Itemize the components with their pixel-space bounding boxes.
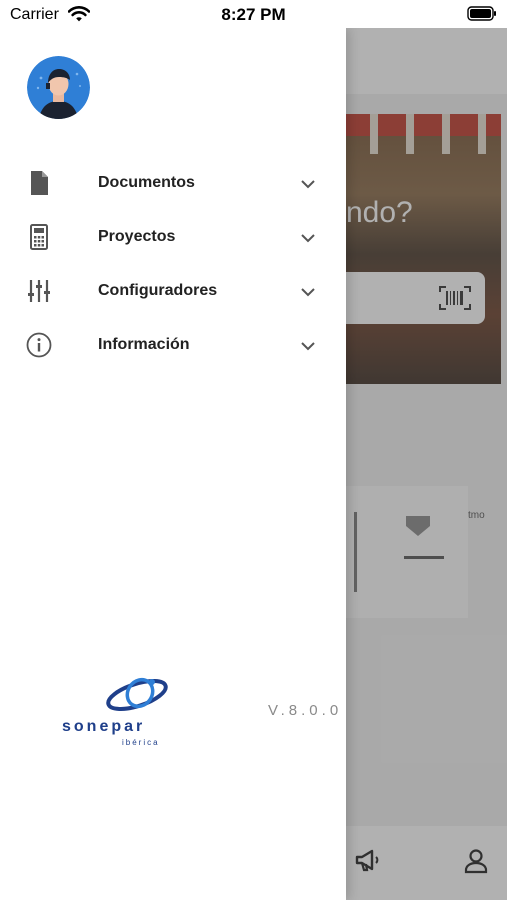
logo-wordmark: sonepar	[62, 718, 146, 735]
menu-label-proyectos: Proyectos	[98, 228, 176, 245]
app-version: V.8.0.0	[268, 702, 343, 719]
menu-label-configuradores: Configuradores	[98, 282, 218, 299]
status-bar: Carrier 8:27 PM	[0, 0, 507, 28]
logo-subtitle: ibérica	[122, 738, 160, 747]
menu-item-documentos[interactable]: Documentos	[0, 156, 346, 210]
document-icon	[31, 171, 48, 195]
chevron-down-icon[interactable]	[299, 283, 317, 301]
chevron-down-icon[interactable]	[299, 337, 317, 355]
menu-label-informacion: Información	[98, 336, 190, 353]
menu-label-documentos: Documentos	[98, 174, 195, 191]
info-icon	[26, 332, 52, 358]
drawer-menu: Documentos Proyectos Configuradores Info…	[0, 156, 346, 372]
user-avatar[interactable]	[27, 56, 90, 119]
menu-item-configuradores[interactable]: Configuradores	[0, 264, 346, 318]
sliders-icon	[28, 280, 50, 302]
menu-item-proyectos[interactable]: Proyectos	[0, 210, 346, 264]
status-time: 8:27 PM	[221, 5, 286, 24]
chevron-down-icon[interactable]	[299, 229, 317, 247]
calculator-icon	[30, 224, 48, 250]
navigation-drawer: Documentos Proyectos Configuradores Info…	[0, 28, 346, 900]
dim-overlay[interactable]	[346, 28, 507, 900]
menu-item-informacion[interactable]: Información	[0, 318, 346, 372]
avatar-icon	[27, 56, 90, 119]
chevron-down-icon[interactable]	[299, 175, 317, 193]
battery-icon	[467, 6, 496, 21]
sonepar-logo: sonepar ibérica	[56, 672, 178, 750]
sonepar-emblem-icon	[106, 677, 168, 711]
